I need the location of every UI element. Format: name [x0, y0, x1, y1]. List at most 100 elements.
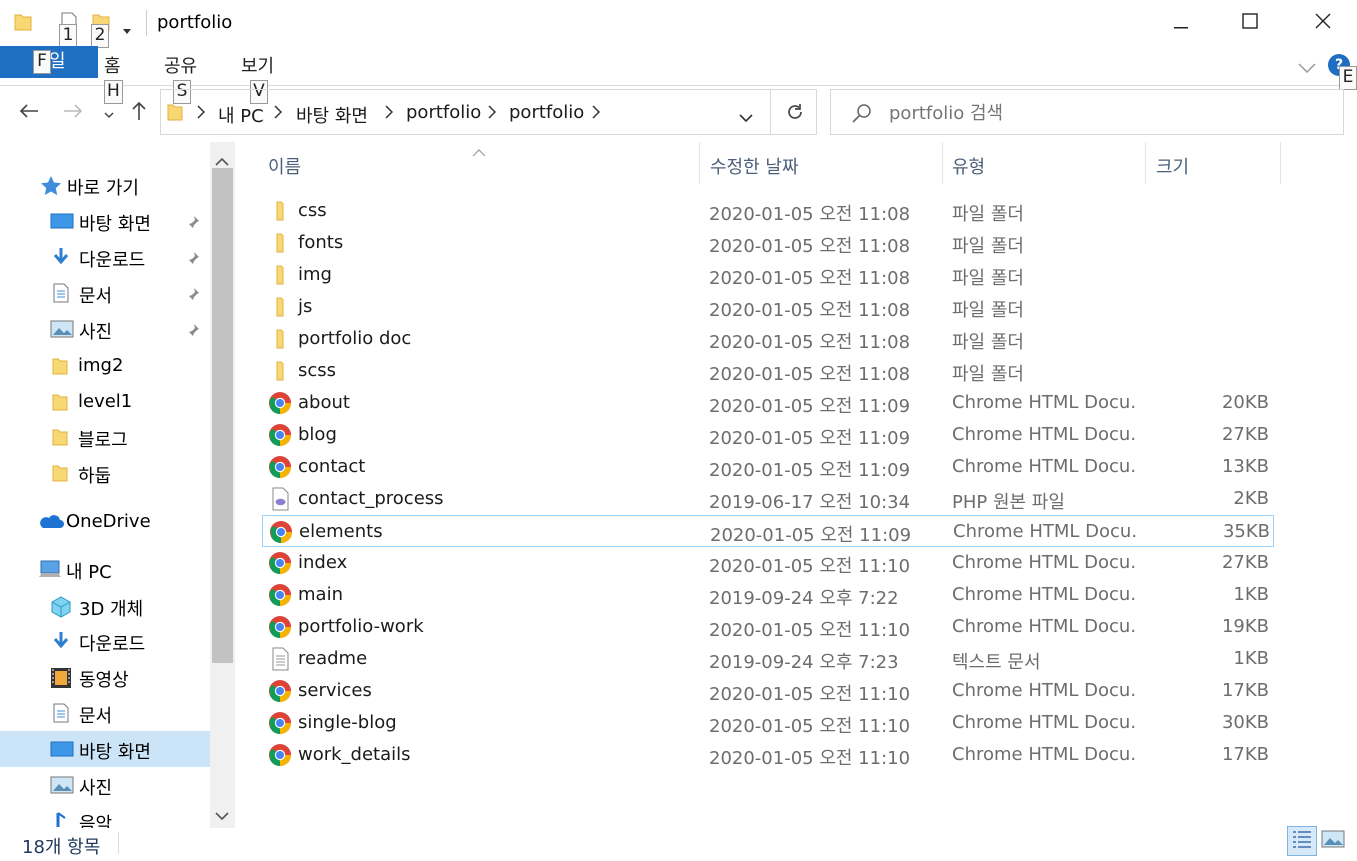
sidebar-this-pc[interactable]: 내 PC	[0, 551, 210, 587]
recent-locations-button[interactable]	[94, 88, 124, 138]
file-row[interactable]: scss 2020-01-05 오전 11:08 파일 폴더	[262, 355, 1274, 387]
file-size: 17KB	[1221, 680, 1269, 701]
file-row[interactable]: contact 2020-01-05 오전 11:09 Chrome HTML Do…	[262, 451, 1274, 483]
file-type: Chrome HTML Docu...	[952, 552, 1137, 573]
file-row[interactable]: services 2020-01-05 오전 11:10 Chrome HTML D…	[262, 675, 1274, 707]
scroll-down-icon[interactable]	[215, 806, 229, 825]
folder-app-icon	[14, 12, 32, 36]
ribbon-tabs: 파일 F 홈 H 공유 S 보기 V ? E	[0, 46, 1357, 104]
address-history-chevron-icon[interactable]	[739, 108, 753, 127]
column-divider[interactable]	[1280, 142, 1281, 184]
customize-toolbar-icon[interactable]	[122, 20, 132, 39]
breadcrumb-desktop[interactable]: 바탕 화면	[296, 102, 368, 128]
sidebar-item-3d-objects[interactable]: 3D 개체	[0, 588, 210, 624]
file-name: portfolio doc	[298, 328, 412, 349]
sidebar-item-desktop-pc[interactable]: 바탕 화면	[0, 731, 210, 767]
back-arrow-icon	[19, 103, 39, 123]
tab-home[interactable]: 홈	[104, 52, 121, 78]
file-row[interactable]: index 2020-01-05 오전 11:10 Chrome HTML Docu…	[262, 547, 1274, 579]
details-view-button[interactable]	[1287, 826, 1317, 856]
file-modified-date: 2020-01-05 오전 11:09	[709, 396, 911, 417]
sidebar-item-downloads[interactable]: 다운로드	[0, 239, 210, 275]
sidebar-item-documents-pc[interactable]: 문서	[0, 695, 210, 731]
search-input[interactable]	[889, 100, 1329, 126]
sidebar-quick-access[interactable]: 바로 가기	[0, 167, 210, 203]
sidebar-onedrive[interactable]: OneDrive	[0, 504, 210, 540]
file-row[interactable]: css 2020-01-05 오전 11:08 파일 폴더	[262, 195, 1274, 227]
refresh-icon[interactable]	[785, 102, 805, 126]
sidebar-item-documents[interactable]: 문서	[0, 275, 210, 311]
back-button[interactable]	[12, 88, 46, 138]
file-row[interactable]: img 2020-01-05 오전 11:08 파일 폴더	[262, 259, 1274, 291]
pin-icon[interactable]	[186, 249, 200, 270]
file-row[interactable]: portfolio doc 2020-01-05 오전 11:08 파일 폴더	[262, 323, 1274, 355]
file-row[interactable]: js 2020-01-05 오전 11:08 파일 폴더	[262, 291, 1274, 323]
breadcrumb-separator-icon[interactable]	[385, 104, 394, 123]
breadcrumb-portfolio[interactable]: portfolio	[406, 102, 481, 123]
pin-icon[interactable]	[186, 213, 200, 234]
file-name: index	[298, 552, 348, 573]
sidebar-item-pictures-pc[interactable]: 사진	[0, 767, 210, 803]
file-row[interactable]: main 2019-09-24 오후 7:22 Chrome HTML Docu..…	[262, 579, 1274, 611]
file-row[interactable]: blog 2020-01-05 오전 11:09 Chrome HTML Docu.…	[262, 419, 1274, 451]
forward-button[interactable]	[56, 88, 90, 138]
column-divider[interactable]	[942, 142, 943, 184]
breadcrumb-portfolio-current[interactable]: portfolio	[509, 102, 584, 123]
desktop-icon	[50, 211, 74, 231]
file-modified-date: 2020-01-05 오전 11:10	[709, 620, 911, 641]
search-box[interactable]	[830, 89, 1344, 135]
pin-icon[interactable]	[186, 321, 200, 342]
sidebar-item-pictures[interactable]: 사진	[0, 311, 210, 347]
breadcrumb-this-pc[interactable]: 내 PC	[218, 102, 264, 128]
file-row[interactable]: work_details 2020-01-05 오전 11:10 Chrome HT…	[262, 739, 1274, 771]
sidebar-item-level1[interactable]: level1	[0, 384, 210, 420]
file-row[interactable]: readme 2019-09-24 오후 7:23 텍스트 문서 1KB	[262, 643, 1274, 675]
file-row[interactable]: contact_process 2019-06-17 오전 10:34 PHP 원본…	[262, 483, 1274, 515]
column-header-name[interactable]: 이름	[268, 153, 301, 179]
sidebar-quick-access-label: 바로 가기	[67, 178, 139, 199]
pin-icon[interactable]	[186, 285, 200, 306]
file-row[interactable]: single-blog 2020-01-05 오전 11:10 Chrome HTM…	[262, 707, 1274, 739]
column-header-type[interactable]: 유형	[952, 153, 985, 179]
sidebar-item-img2[interactable]: img2	[0, 348, 210, 384]
sidebar-item-label: 사진	[79, 322, 113, 343]
tab-share[interactable]: 공유	[164, 52, 197, 78]
maximize-button[interactable]	[1219, 0, 1281, 46]
address-bar[interactable]: 내 PC 바탕 화면 portfolio portfolio	[160, 89, 817, 135]
breadcrumb-separator-icon[interactable]	[274, 104, 283, 123]
status-bar: 18개 항목	[0, 828, 1357, 861]
column-header-modified[interactable]: 수정한 날짜	[710, 153, 799, 179]
folder-icon	[268, 295, 292, 319]
sidebar-item-videos[interactable]: 동영상	[0, 659, 210, 695]
sidebar-item-blog[interactable]: 블로그	[0, 419, 210, 455]
column-header-size[interactable]: 크기	[1156, 153, 1189, 179]
keytip-help: E	[1339, 66, 1357, 90]
breadcrumb-separator-icon[interactable]	[488, 104, 497, 123]
file-size: 13KB	[1221, 456, 1269, 477]
file-row[interactable]: about 2020-01-05 오전 11:09 Chrome HTML Docu…	[262, 387, 1274, 419]
breadcrumb-separator-icon[interactable]	[197, 104, 206, 123]
chrome-icon	[268, 455, 292, 479]
close-button[interactable]	[1292, 0, 1354, 46]
sidebar-scrollbar-thumb[interactable]	[212, 168, 233, 663]
file-name: blog	[298, 424, 337, 445]
column-divider[interactable]	[1145, 142, 1146, 184]
sidebar-item-label: 문서	[79, 706, 113, 727]
file-row[interactable]: elements 2020-01-05 오전 11:09 Chrome HTML D…	[262, 515, 1274, 547]
sidebar-item-hadoop[interactable]: 하둡	[0, 455, 210, 491]
file-type: Chrome HTML Docu...	[952, 456, 1137, 477]
sidebar-item-label: 음악	[79, 814, 113, 828]
expand-ribbon-icon[interactable]	[1298, 58, 1316, 77]
large-icons-view-button[interactable]	[1318, 826, 1348, 856]
sidebar-item-music[interactable]: 음악	[0, 803, 210, 828]
file-row[interactable]: portfolio-work 2020-01-05 오전 11:10 Chrome …	[262, 611, 1274, 643]
file-row[interactable]: fonts 2020-01-05 오전 11:08 파일 폴더	[262, 227, 1274, 259]
up-button[interactable]	[122, 88, 156, 138]
sidebar-item-downloads-pc[interactable]: 다운로드	[0, 623, 210, 659]
tab-view[interactable]: 보기	[241, 52, 274, 78]
column-divider[interactable]	[699, 142, 700, 184]
minimize-button[interactable]	[1150, 0, 1212, 46]
scroll-up-icon[interactable]	[215, 152, 229, 171]
sidebar-item-desktop[interactable]: 바탕 화면	[0, 203, 210, 239]
breadcrumb-separator-icon[interactable]	[592, 104, 601, 123]
